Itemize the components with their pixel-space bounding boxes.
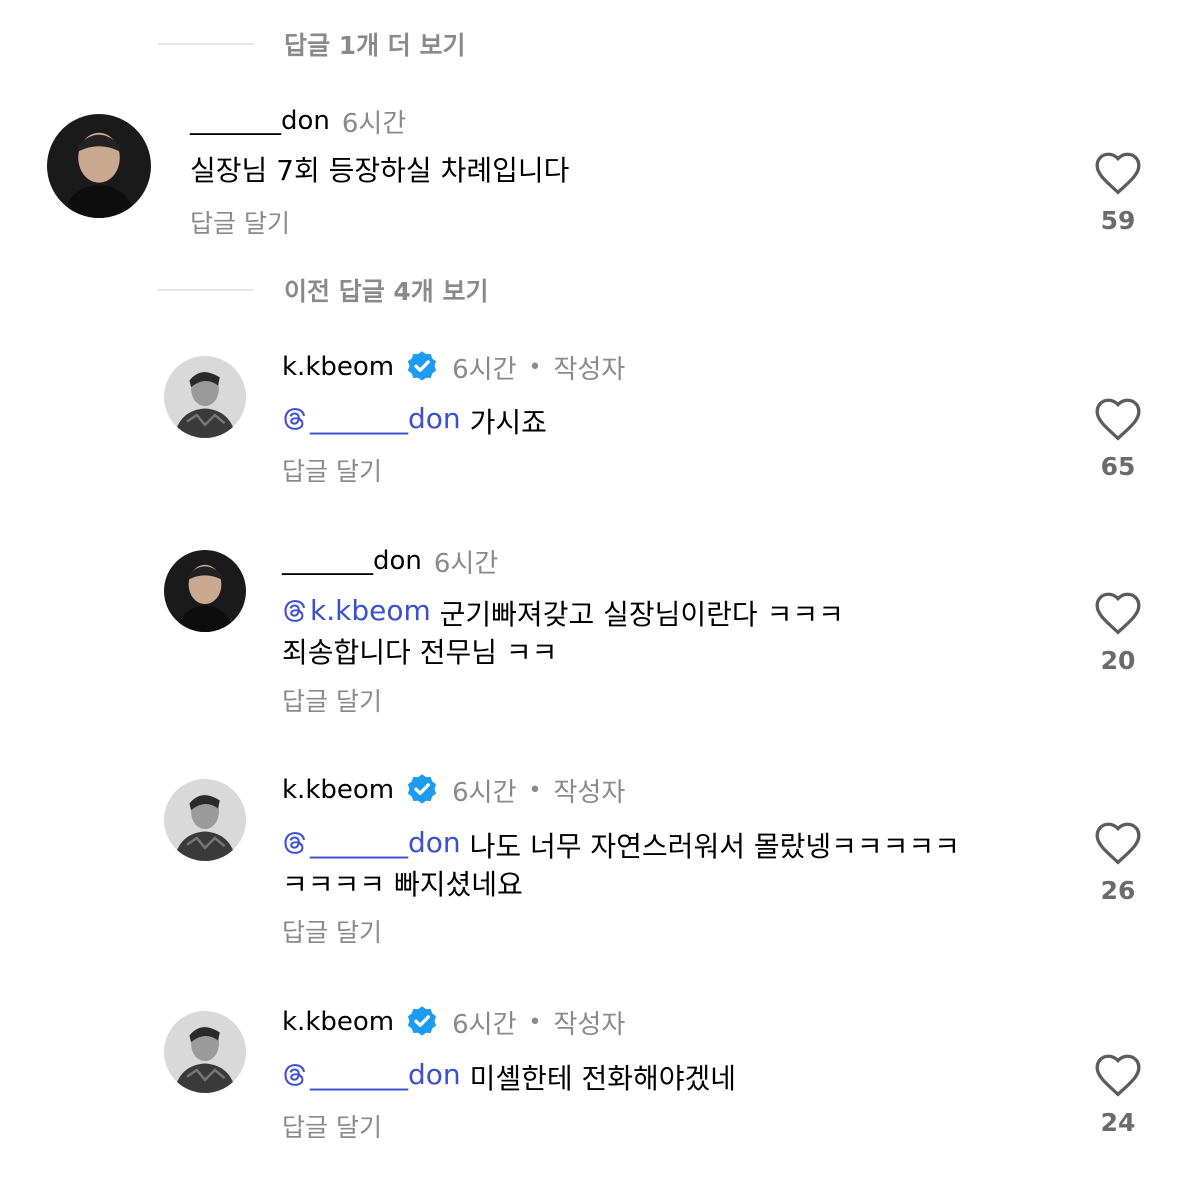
- author-label: 작성자: [553, 1009, 626, 1040]
- like-area: 26: [1090, 820, 1146, 905]
- view-more-replies-label[interactable]: 답글 1개 더 보기: [284, 26, 466, 62]
- avatar-image: [47, 114, 151, 218]
- like-count: 65: [1100, 452, 1136, 481]
- view-more-replies[interactable]: 답글 1개 더 보기: [158, 24, 466, 64]
- avatar-image: [164, 1011, 246, 1093]
- heart-outline-icon[interactable]: [1093, 396, 1143, 442]
- mention-link[interactable]: _______don: [282, 1056, 461, 1094]
- comment-text-line: 가시죠: [469, 406, 547, 439]
- heart-outline-icon[interactable]: [1093, 150, 1143, 196]
- avatar[interactable]: [164, 1011, 246, 1093]
- reply-button[interactable]: 답글 달기: [282, 913, 382, 949]
- comment-header: _______don 6시간: [190, 104, 407, 139]
- comment-header: _______don 6시간: [282, 544, 499, 579]
- separator-dot: •: [528, 1009, 542, 1035]
- comment-text: _______don 가시죠: [282, 400, 547, 442]
- like-count: 24: [1100, 1108, 1136, 1137]
- author-label: 작성자: [553, 777, 626, 808]
- like-area: 65: [1090, 396, 1146, 481]
- username[interactable]: _______don: [190, 106, 330, 136]
- verified-badge-icon: [404, 1004, 440, 1040]
- avatar[interactable]: [164, 550, 246, 632]
- reply-button[interactable]: 답글 달기: [282, 682, 382, 718]
- heart-outline-icon[interactable]: [1093, 1052, 1143, 1098]
- mention-username[interactable]: k.kbeom: [310, 592, 431, 630]
- comment-text-line: ㅋㅋㅋㅋ 빠지셨네요: [282, 868, 523, 901]
- threads-mention-icon: [284, 832, 306, 854]
- comment-text: _______don 나도 너무 자연스러워서 몰랐넹ㅋㅋㅋㅋㅋ ㅋㅋㅋㅋ 빠지…: [282, 824, 960, 904]
- timestamp: 6시간: [341, 108, 407, 139]
- comment-header: k.kbeom 6시간 • 작성자: [282, 349, 626, 385]
- view-previous-replies[interactable]: 이전 답글 4개 보기: [158, 270, 489, 310]
- threads-mention-icon: [284, 1064, 306, 1086]
- comment-text: k.kbeom 군기빠져갖고 실장님이란다 ㅋㅋㅋ 죄송합니다 전무님 ㅋㅋ: [282, 592, 844, 672]
- verified-badge-icon: [404, 772, 440, 808]
- avatar-image: [164, 779, 246, 861]
- comment-text-line: 죄송합니다 전무님 ㅋㅋ: [282, 636, 558, 669]
- verified-badge-icon: [404, 349, 440, 385]
- avatar[interactable]: [164, 356, 246, 438]
- comment-text-line: 군기빠져갖고 실장님이란다 ㅋㅋㅋ: [439, 598, 844, 631]
- divider-line: [158, 289, 254, 291]
- heart-outline-icon[interactable]: [1093, 820, 1143, 866]
- like-area: 20: [1090, 590, 1146, 675]
- like-count: 59: [1100, 206, 1136, 235]
- comment-text-line: 나도 너무 자연스러워서 몰랐넹ㅋㅋㅋㅋㅋ: [469, 830, 960, 863]
- threads-mention-icon: [284, 600, 306, 622]
- comment-text: _______don 미셸한테 전화해야겠네: [282, 1056, 736, 1098]
- threads-mention-icon: [284, 408, 306, 430]
- reply-button[interactable]: 답글 달기: [282, 452, 382, 488]
- timestamp: 6시간: [433, 548, 499, 579]
- like-count: 26: [1100, 876, 1136, 905]
- like-count: 20: [1100, 646, 1136, 675]
- username[interactable]: k.kbeom: [282, 1007, 394, 1037]
- comment-header: k.kbeom 6시간 • 작성자: [282, 1004, 626, 1040]
- avatar[interactable]: [47, 114, 151, 218]
- mention-username[interactable]: _______don: [310, 824, 461, 862]
- timestamp: 6시간: [452, 1009, 517, 1040]
- timestamp: 6시간: [452, 354, 517, 385]
- mention-username[interactable]: _______don: [310, 400, 461, 438]
- reply-button[interactable]: 답글 달기: [190, 204, 290, 240]
- like-area: 24: [1090, 1052, 1146, 1137]
- reply-button[interactable]: 답글 달기: [282, 1108, 382, 1144]
- mention-link[interactable]: _______don: [282, 400, 461, 438]
- view-previous-replies-label[interactable]: 이전 답글 4개 보기: [284, 272, 489, 308]
- heart-outline-icon[interactable]: [1093, 590, 1143, 636]
- avatar[interactable]: [164, 779, 246, 861]
- avatar-image: [164, 356, 246, 438]
- divider-line: [158, 43, 254, 45]
- comment-text: 실장님 7회 등장하실 차례입니다: [190, 152, 569, 190]
- separator-dot: •: [528, 777, 542, 803]
- author-label: 작성자: [553, 354, 626, 385]
- like-area: 59: [1090, 150, 1146, 235]
- mention-link[interactable]: _______don: [282, 824, 461, 862]
- username[interactable]: _______don: [282, 546, 422, 576]
- username[interactable]: k.kbeom: [282, 775, 394, 805]
- avatar-image: [164, 550, 246, 632]
- timestamp: 6시간: [452, 777, 517, 808]
- comment-text-line: 실장님 7회 등장하실 차례입니다: [190, 154, 570, 187]
- separator-dot: •: [528, 354, 542, 380]
- mention-username[interactable]: _______don: [310, 1056, 461, 1094]
- comment-text-line: 미셸한테 전화해야겠네: [469, 1062, 737, 1095]
- username[interactable]: k.kbeom: [282, 352, 394, 382]
- mention-link[interactable]: k.kbeom: [282, 592, 431, 630]
- comment-header: k.kbeom 6시간 • 작성자: [282, 772, 626, 808]
